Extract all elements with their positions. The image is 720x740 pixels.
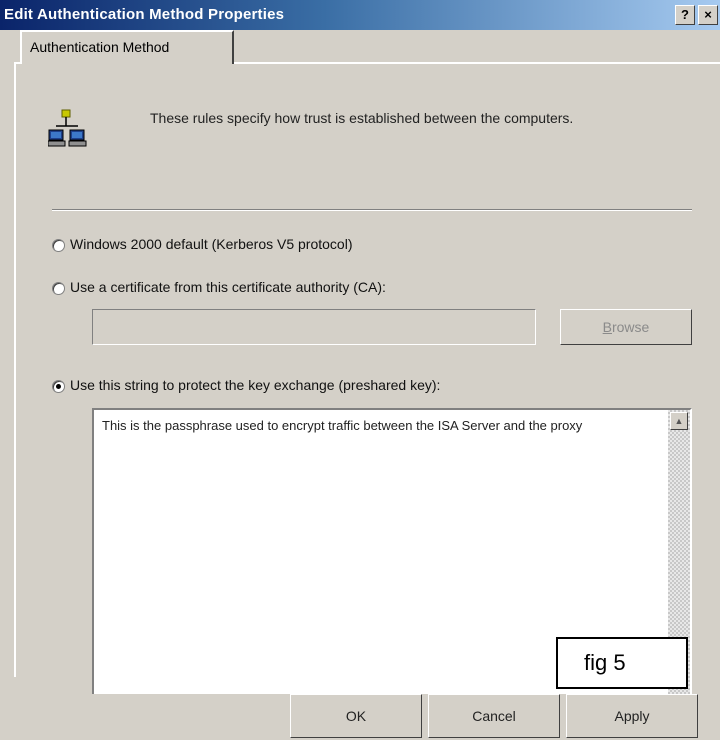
browse-mnemonic: B xyxy=(602,319,612,335)
figure-label-text: fig 5 xyxy=(584,650,626,675)
separator xyxy=(52,209,692,211)
scroll-up-arrow-icon[interactable]: ▲ xyxy=(670,412,688,430)
certificate-radio[interactable] xyxy=(52,282,65,295)
browse-label: rowse xyxy=(611,319,650,335)
tab-authentication-method[interactable]: Authentication Method xyxy=(20,30,234,64)
preshared-key-radio[interactable] xyxy=(52,380,65,393)
kerberos-radio-label[interactable]: Windows 2000 default (Kerberos V5 protoc… xyxy=(70,236,352,252)
cancel-button[interactable]: Cancel xyxy=(428,694,560,738)
description-text: These rules specify how trust is establi… xyxy=(150,110,574,126)
browse-button[interactable]: Browse xyxy=(560,309,692,345)
network-computers-icon xyxy=(48,109,87,147)
title-bar: Edit Authentication Method Properties ? … xyxy=(0,0,720,30)
kerberos-radio[interactable] xyxy=(52,239,65,252)
close-button[interactable]: × xyxy=(698,5,718,25)
ok-button[interactable]: OK xyxy=(290,694,422,738)
help-button[interactable]: ? xyxy=(675,5,695,25)
apply-button[interactable]: Apply xyxy=(566,694,698,738)
certificate-radio-label[interactable]: Use a certificate from this certificate … xyxy=(70,279,386,295)
preshared-key-text: This is the passphrase used to encrypt t… xyxy=(102,418,583,433)
preshared-key-radio-label[interactable]: Use this string to protect the key excha… xyxy=(70,377,440,393)
tab-label: Authentication Method xyxy=(30,39,170,55)
figure-label: fig 5 xyxy=(556,637,688,689)
certificate-authority-field[interactable] xyxy=(92,309,536,345)
window-title: Edit Authentication Method Properties xyxy=(4,6,285,23)
